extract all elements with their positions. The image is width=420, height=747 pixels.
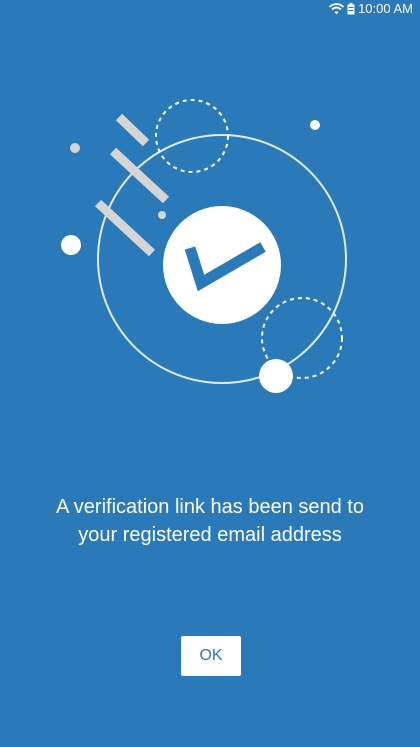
dot-large-bottom: [259, 359, 293, 393]
message-line-2: your registered email address: [78, 524, 342, 546]
dot-tiny: [158, 211, 166, 219]
dot-small-right: [310, 120, 320, 130]
verification-screen: 10:00 AM A verification link has been se…: [0, 0, 420, 747]
dot-small-left: [70, 143, 80, 153]
verification-message: A verification link has been send to you…: [20, 493, 400, 549]
message-line-1: A verification link has been send to: [56, 496, 364, 518]
verification-illustration: [61, 99, 347, 393]
dot-medium-left: [61, 235, 81, 255]
ok-button[interactable]: OK: [181, 636, 241, 676]
speed-streaks: [94, 113, 170, 257]
